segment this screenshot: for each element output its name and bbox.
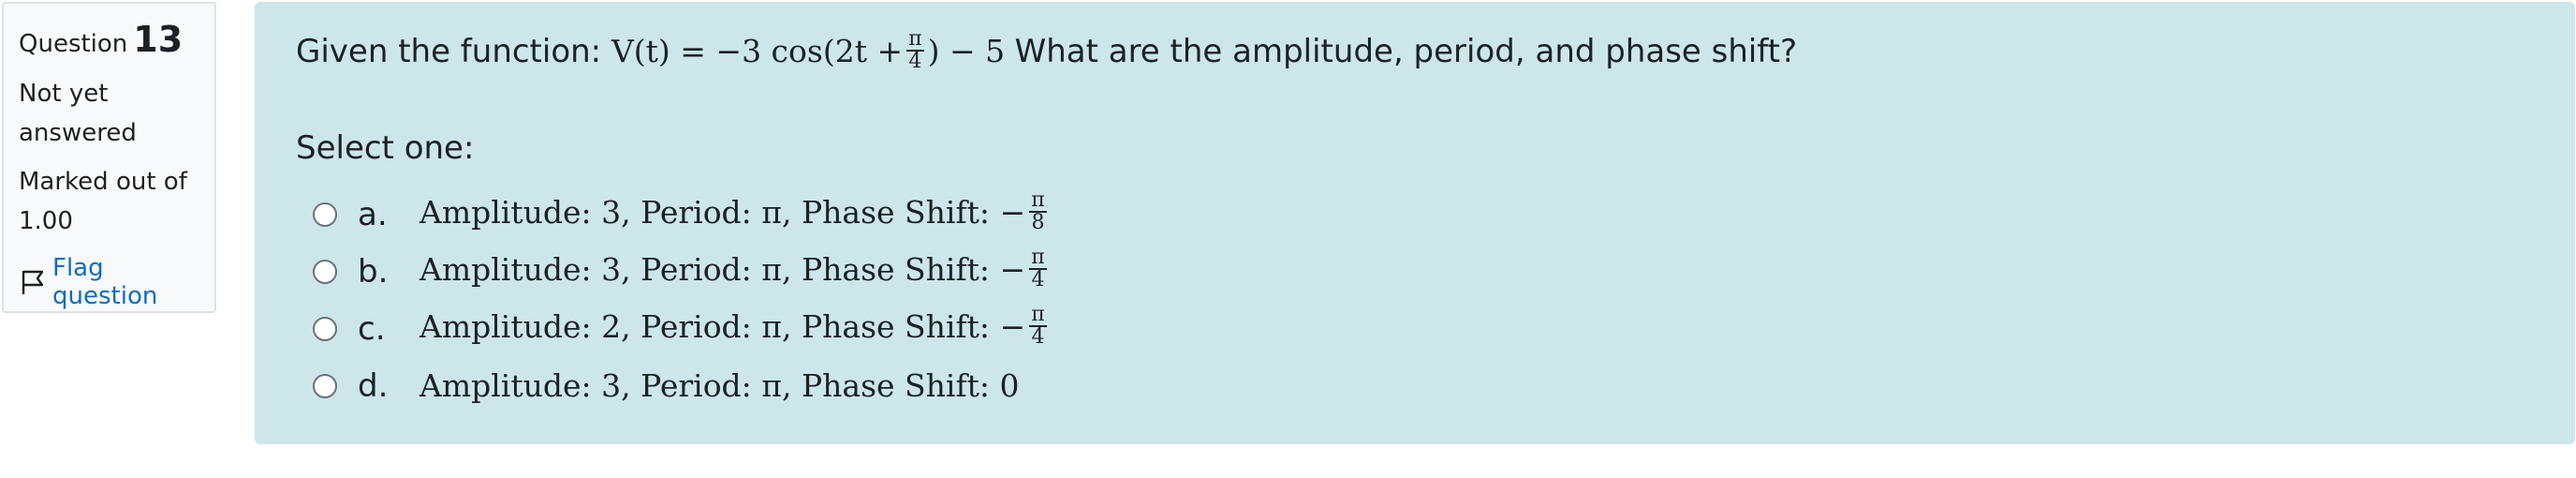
answer-text: Amplitude: 3, Period: π, Phase Shift: 0 (420, 367, 1020, 404)
answer-body: Amplitude: 3, Period: π, Phase Shift: − (420, 193, 1026, 231)
radio-button[interactable] (313, 373, 337, 398)
answer-options: a. Amplitude: 3, Period: π, Phase Shift:… (296, 186, 2534, 414)
answer-body: Amplitude: 3, Period: π, Phase Shift: 0 (420, 367, 1020, 404)
answer-frac-den: 4 (1031, 324, 1045, 349)
answer-text: Amplitude: 2, Period: π, Phase Shift: − π… (420, 302, 1051, 351)
question-state: Not yet answered (19, 80, 137, 148)
answer-body: Amplitude: 3, Period: π, Phase Shift: − (420, 250, 1026, 288)
answer-letter: d. (358, 366, 389, 405)
question-prefix: Given the function: (296, 33, 602, 70)
radio-button[interactable] (313, 259, 337, 284)
question-number: 13 (133, 19, 184, 60)
answer-frac-num: π (1029, 187, 1047, 213)
question-label: Question (19, 30, 128, 58)
answer-option-b[interactable]: b. Amplitude: 3, Period: π, Phase Shift:… (313, 243, 2534, 300)
answer-option-a[interactable]: a. Amplitude: 3, Period: π, Phase Shift:… (313, 186, 2534, 243)
question-text: Given the function: V(t) = −3 cos(2t + π 4… (296, 22, 2534, 81)
answer-option-d[interactable]: d. Amplitude: 3, Period: π, Phase Shift:… (313, 357, 2534, 414)
radio-button[interactable] (313, 202, 337, 227)
answer-frac-den: 8 (1031, 210, 1045, 234)
flag-icon (19, 268, 47, 296)
answer-text: Amplitude: 3, Period: π, Phase Shift: − π… (420, 187, 1051, 236)
formula-frac-den: 4 (908, 50, 922, 73)
answer-option-c[interactable]: c. Amplitude: 2, Period: π, Phase Shift:… (313, 300, 2534, 357)
answer-text: Amplitude: 3, Period: π, Phase Shift: − π… (420, 245, 1051, 293)
formula-frac-num: π (906, 27, 924, 52)
question-suffix: What are the amplitude, period, and phas… (1014, 33, 1798, 70)
select-one-prompt: Select one: (296, 129, 475, 167)
flag-question-link[interactable]: Flag question (19, 254, 199, 310)
question-info-panel: Question 13 Not yet answered Marked out o… (2, 2, 216, 313)
question-number-heading: Question 13 (19, 17, 199, 63)
answer-fraction: π4 (1029, 302, 1047, 349)
formula-rhs: ) − 5 (927, 33, 1006, 69)
radio-button[interactable] (313, 316, 337, 341)
question-grade: Marked out of 1.00 (19, 168, 187, 236)
answer-frac-num: π (1029, 302, 1047, 327)
answer-body: Amplitude: 2, Period: π, Phase Shift: − (420, 307, 1026, 345)
question-formula: V(t) = −3 cos(2t + π 4) − 5 (611, 29, 1015, 72)
formula-fraction: π4 (906, 27, 924, 73)
answer-letter: c. (358, 309, 386, 348)
answer-fraction: π4 (1029, 245, 1047, 291)
answer-letter: a. (358, 195, 388, 233)
answer-frac-num: π (1029, 245, 1047, 270)
answer-fraction: π8 (1029, 187, 1047, 234)
formula-lhs: V(t) = −3 cos(2t + (611, 33, 904, 69)
flag-question-label: Flag question (52, 254, 158, 311)
answer-frac-den: 4 (1031, 267, 1045, 291)
answer-letter: b. (358, 252, 389, 291)
question-content: Given the function: V(t) = −3 cos(2t + π 4… (255, 2, 2575, 444)
